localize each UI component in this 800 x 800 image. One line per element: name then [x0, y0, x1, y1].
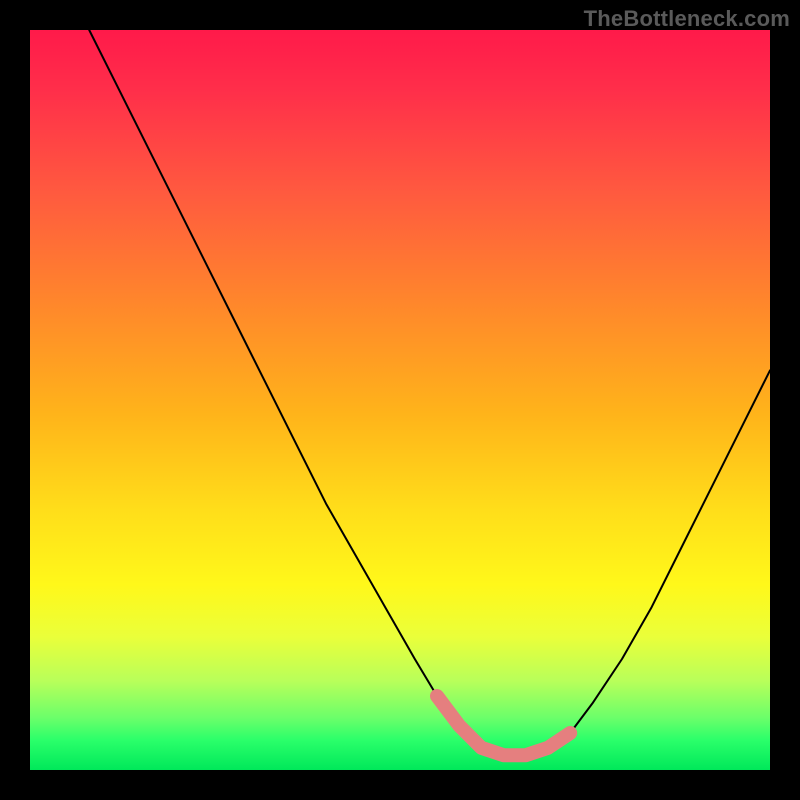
curve-layer — [30, 30, 770, 770]
watermark-label: TheBottleneck.com — [584, 6, 790, 32]
optimal-band-highlight — [437, 696, 570, 755]
chart-container: TheBottleneck.com — [0, 0, 800, 800]
bottleneck-curve — [89, 30, 770, 755]
plot-area — [30, 30, 770, 770]
